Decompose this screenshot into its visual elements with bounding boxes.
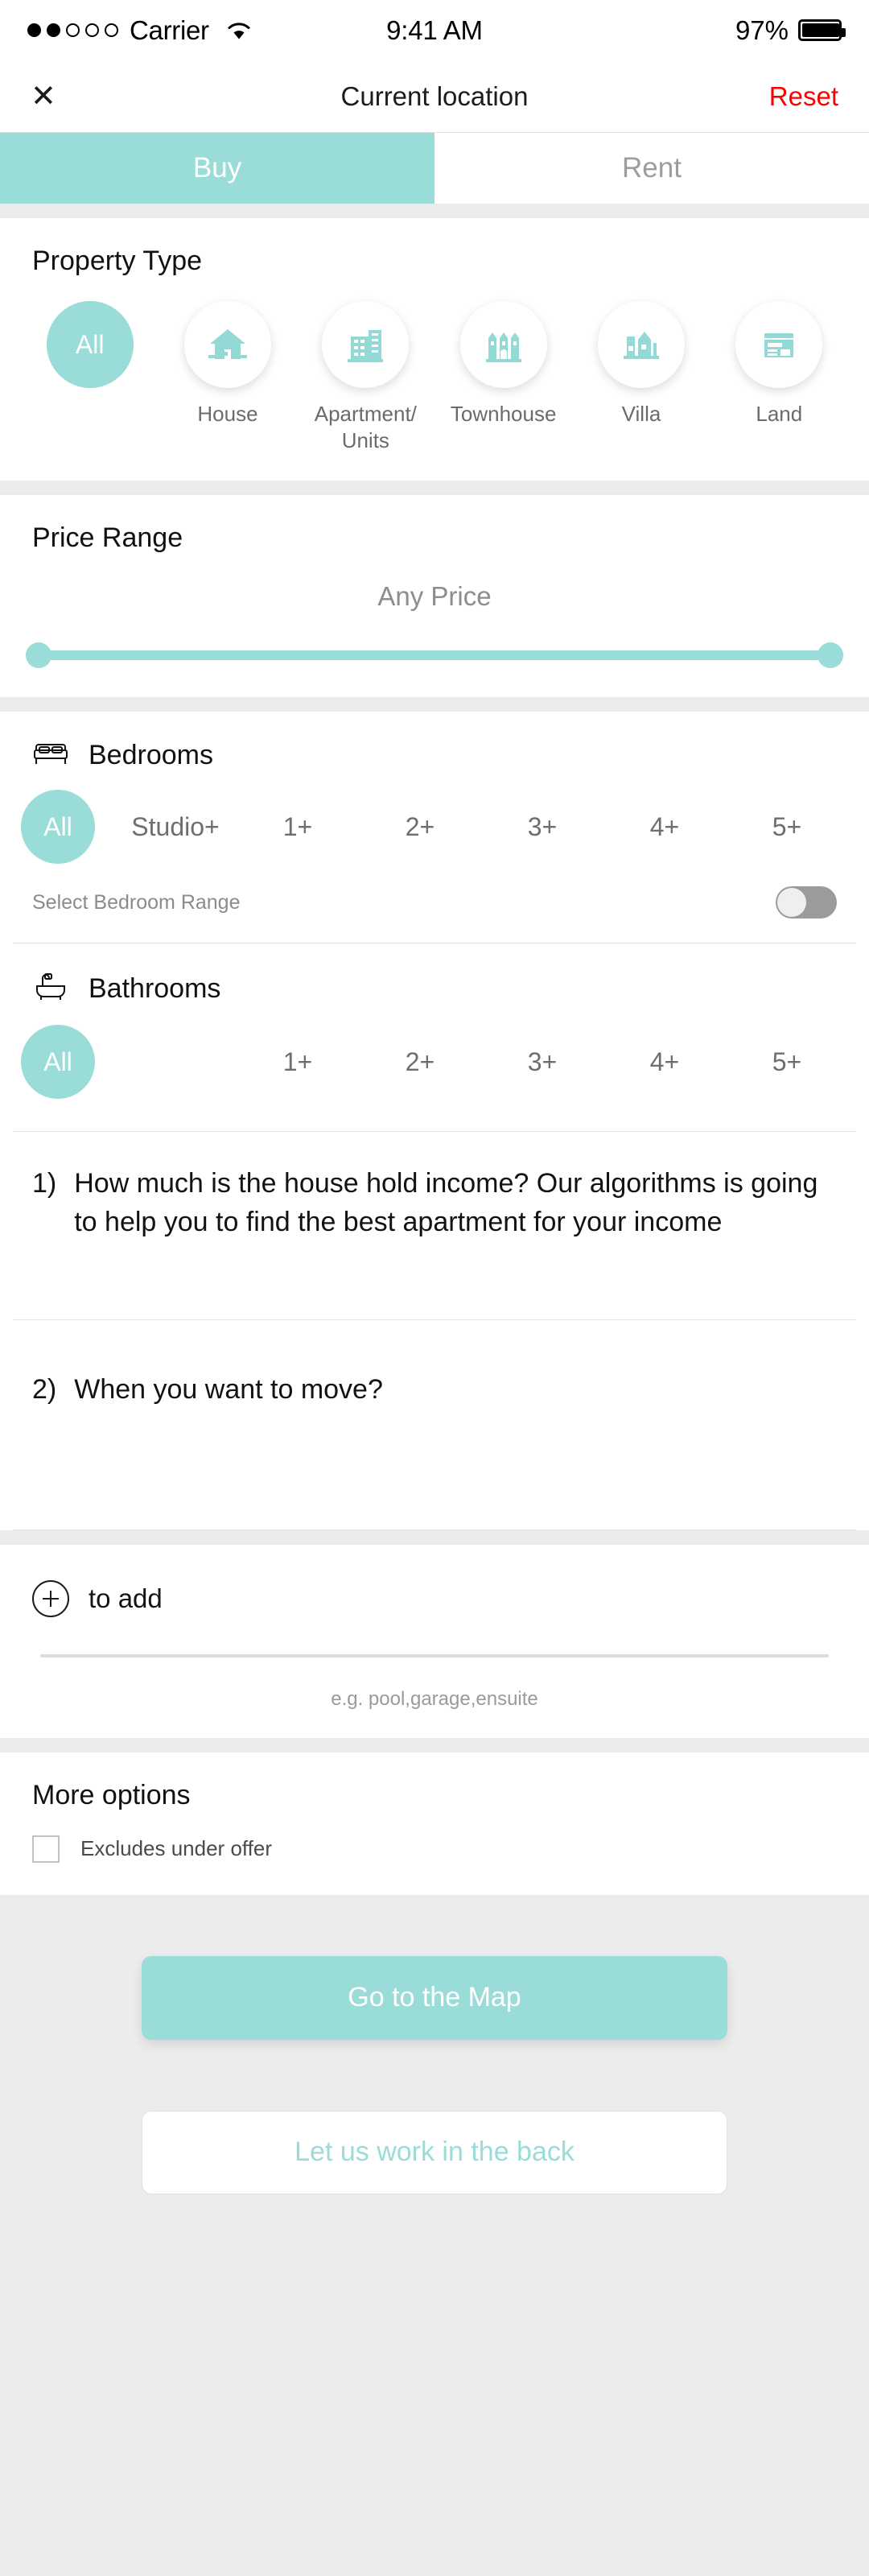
bedroom-range-toggle[interactable] [776,886,837,919]
villa-icon [597,301,685,388]
property-type-townhouse[interactable]: Townhouse [434,301,572,453]
section-gap [0,204,869,218]
bedrooms-option-1plus[interactable]: 1+ [237,790,359,864]
bathrooms-header: Bathrooms [0,943,869,1007]
property-type-list: All House Apartment/ Units Townhouse Vil… [0,277,869,481]
property-type-villa[interactable]: Villa [572,301,710,453]
price-range-section: Price Range Any Price [0,495,869,697]
slider-handle-min[interactable] [26,642,51,668]
land-icon [735,301,823,388]
question-number: 2) [32,1373,57,1405]
bathrooms-option-4plus[interactable]: 4+ [603,1025,726,1099]
more-options-title: More options [32,1779,191,1810]
bedrooms-option-studio[interactable]: Studio+ [114,790,237,864]
price-range-value: Any Price [377,581,492,611]
property-type-caption: Villa [621,402,661,426]
bedrooms-option-5plus[interactable]: 5+ [726,790,848,864]
tab-buy[interactable]: Buy [0,133,434,204]
bathrooms-option-5plus[interactable]: 5+ [726,1025,848,1099]
property-type-title: Property Type [32,246,203,276]
section-gap [0,1530,869,1545]
excludes-under-offer-row[interactable]: Excludes under offer [0,1811,869,1895]
bedrooms-title: Bedrooms [89,740,213,770]
section-gap [0,1894,869,1905]
bathrooms-options: All 1+ 2+ 3+ 4+ 5+ [0,1007,869,1131]
app-screen: Carrier 9:41 AM 97% ✕ Current location R… [0,0,869,2576]
tab-rent[interactable]: Rent [434,133,869,204]
bedrooms-option-all[interactable]: All [21,790,95,864]
property-type-land[interactable]: Land [710,301,848,453]
question-2-answer-input[interactable] [32,1409,837,1530]
property-type-caption: House [197,402,258,426]
excludes-under-offer-checkbox[interactable] [32,1835,60,1863]
buy-rent-segmented-control: Buy Rent [0,133,869,204]
nav-bar: ✕ Current location Reset [0,60,869,133]
let-us-work-button[interactable]: Let us work in the back [142,2110,727,2194]
to-add-label: to add [89,1583,163,1613]
all-chip: All [46,301,134,388]
page-title: Current location [340,80,529,111]
question-number: 1) [32,1168,57,1199]
question-1-answer-input[interactable] [32,1242,837,1319]
bathrooms-option-2plus[interactable]: 2+ [359,1025,481,1099]
bedrooms-option-2plus[interactable]: 2+ [359,790,481,864]
bathrooms-option-3plus[interactable]: 3+ [481,1025,603,1099]
section-gap [0,481,869,495]
house-icon [183,301,271,388]
question-1: 1) How much is the house hold income? Ou… [0,1132,869,1319]
to-add-section: to add e.g. pool,garage,ensuite [0,1544,869,1738]
bathtub-icon [32,971,69,1007]
question-text: How much is the house hold income? Our a… [74,1168,818,1238]
to-add-row[interactable]: to add [0,1545,869,1617]
price-range-title: Price Range [32,522,183,553]
plus-circle-icon[interactable] [32,1579,69,1617]
bedrooms-option-4plus[interactable]: 4+ [603,790,726,864]
property-type-house[interactable]: House [159,301,296,453]
bedrooms-options: All Studio+ 1+ 2+ 3+ 4+ 5+ [0,772,869,872]
property-type-caption: Apartment/Units [314,402,417,452]
bedrooms-header: Bedrooms [0,712,869,772]
bedrooms-option-3plus[interactable]: 3+ [481,790,603,864]
bedrooms-section: Bedrooms All Studio+ 1+ 2+ 3+ 4+ 5+ Sele… [0,712,869,1530]
more-options-section: More options Excludes under offer [0,1752,869,1895]
apartment-icon [322,301,410,388]
bathrooms-title: Bathrooms [89,973,221,1004]
question-2: 2) When you want to move? [0,1320,869,1530]
go-to-map-button[interactable]: Go to the Map [142,1955,727,2040]
to-add-hint: e.g. pool,garage,ensuite [331,1687,538,1710]
battery-icon [798,19,846,41]
section-gap [0,697,869,712]
townhouse-icon [459,301,547,388]
property-type-section: Property Type All House Apartment/ Units… [0,218,869,481]
excludes-under-offer-label: Excludes under offer [80,1836,272,1861]
bed-icon [32,739,69,772]
bathrooms-option-all[interactable]: All [21,1025,95,1099]
clock-label: 9:41 AM [386,14,483,45]
bedroom-range-label: Select Bedroom Range [32,890,241,914]
property-type-apartment[interactable]: Apartment/Units [297,301,434,453]
property-type-caption: Land [756,402,803,426]
footer-actions: Go to the Map Let us work in the back [0,1904,869,2194]
bedroom-range-row: Select Bedroom Range [0,872,869,943]
section-gap [0,1737,869,1752]
slider-track [26,642,843,668]
property-type-caption: Townhouse [450,402,557,426]
status-bar: Carrier 9:41 AM 97% [0,0,869,60]
property-type-all[interactable]: All [21,301,159,453]
price-range-slider[interactable] [0,612,869,697]
question-text: When you want to move? [74,1373,383,1405]
property-type-label: All [75,329,105,359]
bathrooms-option-1plus[interactable]: 1+ [237,1025,359,1099]
slider-handle-max[interactable] [818,642,843,668]
